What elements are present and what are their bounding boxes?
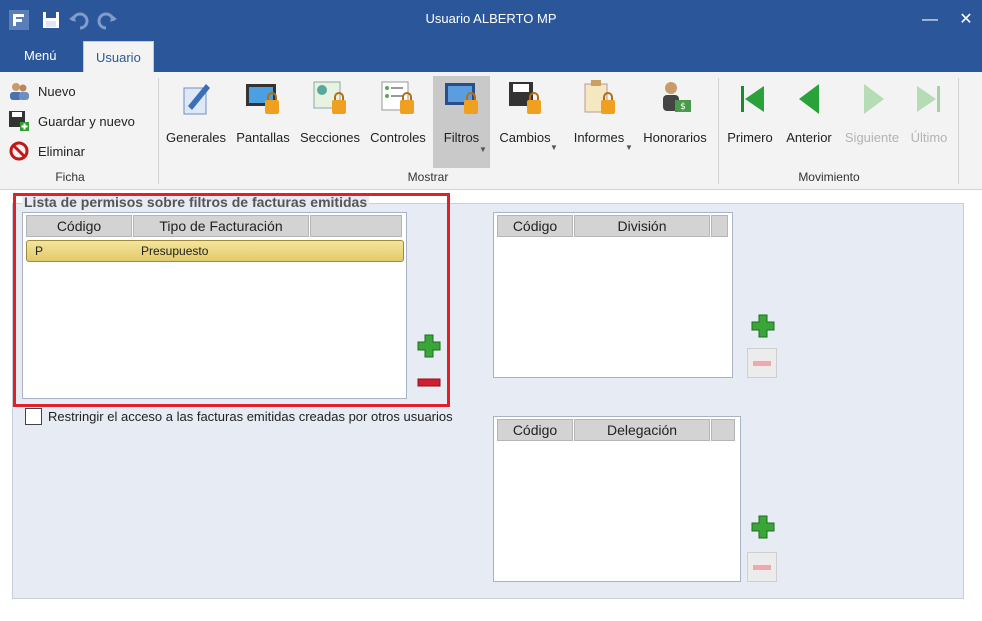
group-label-mostrar: Mostrar xyxy=(407,170,449,184)
siguiente-label: Siguiente xyxy=(844,130,900,145)
group-label-ficha: Ficha xyxy=(55,170,85,184)
chevron-down-icon: ▼ xyxy=(550,143,558,152)
sections-lock-icon xyxy=(313,81,346,114)
restrict-checkbox[interactable] xyxy=(25,408,42,425)
filter-lock-icon xyxy=(444,83,478,114)
add-icon[interactable] xyxy=(750,313,776,339)
group-separator xyxy=(958,78,959,184)
generales-button[interactable]: Generales xyxy=(163,76,229,166)
ultimo-button[interactable]: Último xyxy=(904,76,954,166)
column-header-blank xyxy=(711,215,728,237)
table-row[interactable]: P Presupuesto xyxy=(26,240,404,262)
pantallas-label: Pantallas xyxy=(236,130,290,145)
changes-lock-icon xyxy=(509,82,541,114)
tab-usuario[interactable]: Usuario xyxy=(83,41,154,72)
ultimo-label: Último xyxy=(910,130,948,145)
save-and-new-button[interactable]: Guardar y nuevo xyxy=(8,109,135,133)
first-record-icon xyxy=(741,86,764,112)
next-record-icon xyxy=(864,84,884,114)
delete-label: Eliminar xyxy=(38,143,85,159)
last-record-icon xyxy=(917,86,940,112)
chevron-down-icon: ▼ xyxy=(625,143,633,152)
new-button[interactable]: Nuevo xyxy=(8,79,76,103)
title-bar: Usuario ALBERTO MP — ✕ xyxy=(0,0,982,40)
save-add-icon xyxy=(9,111,29,131)
users-icon xyxy=(10,83,29,100)
person-money-icon: $ xyxy=(663,82,691,112)
filtros-button[interactable]: Filtros ▼ xyxy=(433,76,490,168)
primero-label: Primero xyxy=(727,130,773,145)
column-header-codigo[interactable]: Código xyxy=(497,215,573,237)
monitor-lock-icon xyxy=(246,84,279,114)
section-title: Lista de permisos sobre filtros de factu… xyxy=(22,194,370,210)
generales-label: Generales xyxy=(166,130,226,145)
column-header-tipo[interactable]: Tipo de Facturación xyxy=(133,215,309,237)
new-label: Nuevo xyxy=(38,83,76,99)
ribbon-tabs: Menú Usuario xyxy=(0,40,982,72)
remove-button[interactable] xyxy=(747,552,777,582)
honorarios-label: Honorarios xyxy=(643,130,707,145)
window-title: Usuario ALBERTO MP xyxy=(425,11,557,26)
grid-facturacion[interactable]: Código Tipo de Facturación P Presupuesto xyxy=(22,212,407,399)
column-header-codigo[interactable]: Código xyxy=(26,215,132,237)
group-separator xyxy=(158,78,159,184)
secciones-label: Secciones xyxy=(300,130,360,145)
cambios-label: Cambios xyxy=(499,130,551,145)
column-header-blank xyxy=(711,419,735,441)
cell-codigo: P xyxy=(35,244,44,258)
remove-icon xyxy=(753,565,771,570)
previous-record-icon xyxy=(799,84,819,114)
tab-menu[interactable]: Menú xyxy=(12,40,69,72)
siguiente-button[interactable]: Siguiente xyxy=(840,76,904,166)
report-lock-icon xyxy=(584,80,615,114)
primero-button[interactable]: Primero xyxy=(722,76,778,166)
remove-icon[interactable] xyxy=(416,369,442,395)
informes-button[interactable]: Informes ▼ xyxy=(563,76,635,166)
cell-tipo: Presupuesto xyxy=(141,244,209,258)
cambios-button[interactable]: Cambios ▼ xyxy=(492,76,558,166)
column-header-division[interactable]: División xyxy=(574,215,710,237)
remove-icon xyxy=(753,361,771,366)
save-and-new-label: Guardar y nuevo xyxy=(38,113,135,129)
column-header-delegacion[interactable]: Delegación xyxy=(574,419,710,441)
remove-button[interactable] xyxy=(747,348,777,378)
delete-icon xyxy=(9,141,29,161)
honorarios-button[interactable]: $ Honorarios xyxy=(638,76,712,166)
restrict-label: Restringir el acceso a las facturas emit… xyxy=(48,409,453,424)
group-label-movimiento: Movimiento xyxy=(798,170,860,184)
pantallas-button[interactable]: Pantallas xyxy=(233,76,293,166)
filtros-label: Filtros xyxy=(443,130,480,145)
document-pen-icon xyxy=(183,84,210,115)
column-header-blank xyxy=(310,215,402,237)
group-separator xyxy=(718,78,719,184)
controls-lock-icon xyxy=(381,81,414,114)
close-icon[interactable]: ✕ xyxy=(956,10,976,30)
grid-delegacion[interactable]: Código Delegación xyxy=(493,416,741,582)
add-icon[interactable] xyxy=(416,333,442,359)
delete-button[interactable]: Eliminar xyxy=(8,139,85,163)
chevron-down-icon: ▼ xyxy=(479,145,487,154)
minimize-icon[interactable]: — xyxy=(920,10,940,30)
controles-label: Controles xyxy=(370,130,426,145)
ribbon: Nuevo Guardar y nuevo Eliminar Ficha Gen… xyxy=(0,72,982,190)
anterior-button[interactable]: Anterior xyxy=(781,76,837,166)
grid-division[interactable]: Código División xyxy=(493,212,733,378)
svg-text:$: $ xyxy=(680,102,686,112)
column-header-codigo[interactable]: Código xyxy=(497,419,573,441)
anterior-label: Anterior xyxy=(786,130,832,145)
controles-button[interactable]: Controles xyxy=(366,76,430,166)
add-icon[interactable] xyxy=(750,514,776,540)
secciones-button[interactable]: Secciones xyxy=(297,76,363,166)
